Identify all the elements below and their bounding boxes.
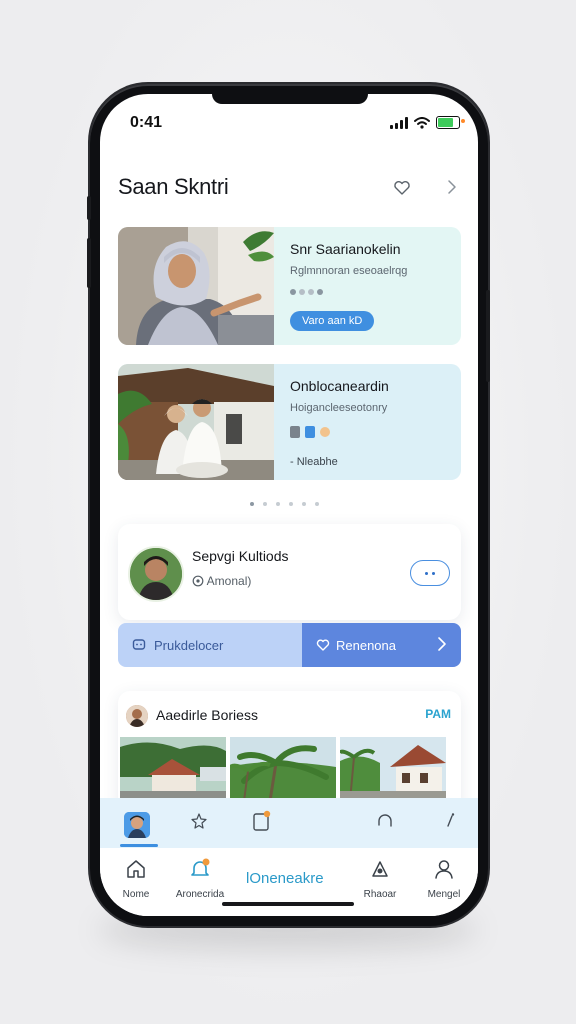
chevron-right-icon[interactable] — [444, 178, 460, 196]
tab-center-label[interactable]: lOneneakre — [246, 870, 324, 887]
page-title: Saan Skntri — [118, 174, 229, 199]
user-icon — [435, 860, 453, 879]
chevron-right-icon — [438, 637, 446, 651]
split-left-label: Prukdelocer — [154, 637, 224, 653]
card-footer: - Nleabhe — [290, 456, 338, 468]
battery-icon — [436, 116, 465, 129]
rating-icons — [290, 289, 445, 295]
thumbnail-village[interactable] — [120, 737, 226, 801]
card-subtitle: Rglmnnoran eseoaelrqg — [290, 265, 408, 277]
gallery-avatar — [126, 705, 148, 727]
card-photo-woman — [118, 227, 274, 345]
thumbnail-house[interactable] — [340, 737, 446, 801]
volume-button — [87, 238, 91, 288]
home-indicator[interactable] — [222, 902, 354, 906]
active-indicator — [120, 844, 158, 847]
tab-explore[interactable]: Rhaoar — [350, 858, 410, 900]
notch — [212, 94, 368, 104]
action-split-bar: Prukdelocer Renenona — [118, 623, 461, 667]
profile-subtitle-text: Amonal) — [206, 574, 252, 588]
tab-notifications[interactable]: Aronecrida — [170, 858, 230, 900]
gallery-card: Aaedirle Boriess PAM — [118, 691, 461, 811]
card-photo-couple — [118, 364, 274, 480]
split-left-button[interactable]: Prukdelocer — [118, 623, 302, 667]
thumbnail-palms[interactable] — [230, 737, 336, 801]
tab-home[interactable]: Nome — [106, 858, 166, 900]
gallery-thumbnails — [120, 737, 446, 801]
heart-outline-icon — [316, 639, 330, 651]
featured-card-2[interactable]: Onblocaneardin Hoigancleeseotonry - Nlea… — [118, 364, 461, 480]
carousel-pager[interactable] — [250, 502, 319, 506]
card-info: Onblocaneardin Hoigancleeseotonry - Nlea… — [274, 364, 461, 480]
explore-icon — [372, 861, 388, 877]
profile-name: Sepvgi Kultiods — [192, 548, 289, 564]
card-title: Onblocaneardin — [290, 378, 389, 394]
tab-label: Mengel — [427, 889, 461, 900]
tab-label: Nome — [122, 889, 150, 900]
split-right-label: Renenona — [336, 637, 396, 653]
tab-label: Aronecrida — [175, 889, 225, 900]
gallery-title: Aaedirle Boriess — [156, 707, 258, 723]
wifi-icon — [414, 116, 430, 129]
profile-subtitle: Amonal) — [192, 574, 251, 588]
mute-switch — [87, 196, 91, 220]
featured-card-1[interactable]: Snr Saarianokelin Rglmnnoran eseoaelrqg … — [118, 227, 461, 345]
tab-profile[interactable]: Mengel — [414, 858, 474, 900]
bell-icon — [191, 858, 210, 876]
document-icon[interactable] — [252, 810, 272, 832]
phone-screen: 0:41 Saan Skntri Snr Saarianokelin Rglmn… — [100, 94, 478, 916]
card-subtitle: Hoigancleeseotonry — [290, 402, 388, 414]
gallery-see-all-link[interactable]: PAM — [425, 707, 451, 721]
home-icon — [127, 860, 145, 878]
tab-label: Rhaoar — [363, 889, 397, 900]
card-footer-text: Nleabhe — [296, 456, 338, 468]
profile-shortcut-icon[interactable] — [124, 812, 150, 838]
split-right-button[interactable]: Renenona — [302, 623, 461, 667]
location-icon — [192, 575, 204, 587]
card-title: Snr Saarianokelin — [290, 241, 401, 257]
more-vertical-icon[interactable] — [444, 812, 456, 830]
status-time: 0:41 — [130, 114, 163, 131]
card-info: Snr Saarianokelin Rglmnnoran eseoaelrqg … — [274, 227, 461, 345]
avatar — [128, 546, 184, 602]
quick-action-bar — [100, 798, 478, 848]
chat-bubble-icon[interactable] — [376, 812, 394, 830]
signal-icon — [390, 116, 408, 129]
feature-icons — [290, 426, 445, 438]
more-options-button[interactable] — [410, 560, 450, 586]
status-icons — [390, 116, 465, 129]
heart-icon[interactable] — [392, 178, 412, 198]
card-action-button[interactable]: Varo aan kD — [290, 311, 375, 331]
chat-icon — [132, 639, 146, 650]
power-button — [486, 290, 490, 382]
star-icon[interactable] — [190, 812, 208, 830]
profile-card[interactable]: Sepvgi Kultiods Amonal) — [118, 524, 461, 620]
